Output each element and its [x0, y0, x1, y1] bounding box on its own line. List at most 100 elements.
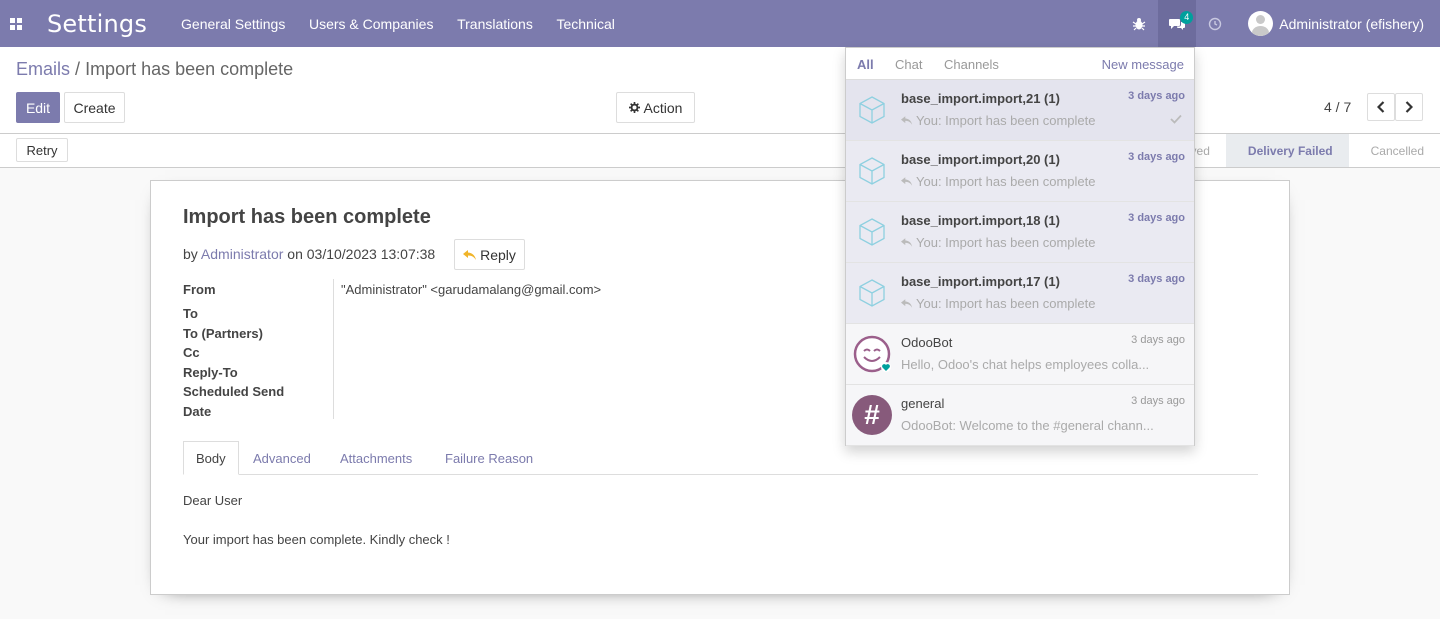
user-menu[interactable]: Administrator (efishery): [1248, 11, 1424, 36]
pager-next-button[interactable]: [1395, 93, 1423, 121]
message-preview-item[interactable]: base_import.import,20 (1) 3 days ago You…: [846, 141, 1194, 202]
cube-icon: [852, 90, 892, 130]
from-label: From: [183, 282, 216, 297]
tab-body[interactable]: Body: [183, 441, 239, 475]
cube-icon: [852, 273, 892, 313]
to-partners-label: To (Partners): [183, 326, 263, 341]
breadcrumb-separator: /: [75, 59, 81, 79]
create-button[interactable]: Create: [64, 92, 125, 123]
messages-count-badge: 4: [1180, 11, 1194, 24]
reply-button-label: Reply: [480, 246, 516, 263]
body-message: Your import has been complete. Kindly ch…: [183, 532, 450, 547]
stage-cancelled[interactable]: Cancelled: [1349, 134, 1440, 167]
tab-advanced[interactable]: Advanced: [253, 441, 311, 475]
edit-button[interactable]: Edit: [16, 92, 60, 123]
control-panel: Emails / Import has been complete Edit C…: [0, 47, 1440, 134]
breadcrumb: Emails / Import has been complete: [16, 59, 293, 80]
message-thread-name: OdooBot: [901, 335, 953, 350]
menu-users-companies[interactable]: Users & Companies: [309, 16, 434, 32]
cube-icon: [852, 212, 892, 252]
message-thread-name: base_import.import,21 (1): [901, 91, 1060, 106]
apps-menu-icon[interactable]: [0, 0, 32, 47]
mail-byline: by Administrator on 03/10/2023 13:07:38: [183, 246, 435, 262]
cube-icon: [852, 151, 892, 191]
chevron-right-icon: [1405, 101, 1413, 113]
message-preview-text: You: Import has been complete: [901, 235, 1179, 250]
message-thread-name: base_import.import,20 (1): [901, 152, 1060, 167]
message-preview-text: You: Import has been complete: [901, 113, 1179, 128]
menu-technical[interactable]: Technical: [556, 16, 614, 32]
breadcrumb-emails-link[interactable]: Emails: [16, 59, 70, 79]
message-date: 3 days ago: [1131, 334, 1185, 346]
fields-divider: [333, 279, 334, 419]
by-label: by: [183, 246, 198, 262]
mail-tabs: Body Advanced Attachments Failure Reason: [183, 441, 1258, 475]
message-date: 3 days ago: [1128, 90, 1185, 102]
message-thread-name: general: [901, 396, 945, 411]
main-menu: General Settings Users & Companies Trans…: [181, 16, 635, 32]
message-preview-text: OdooBot: Welcome to the #general chann..…: [901, 418, 1154, 433]
chevron-left-icon: [1377, 101, 1385, 113]
reply-icon: [901, 299, 913, 308]
message-preview-item[interactable]: base_import.import,18 (1) 3 days ago You…: [846, 202, 1194, 263]
author-link[interactable]: Administrator: [201, 246, 283, 262]
hashtag-channel-icon: #: [852, 395, 892, 435]
message-preview-item[interactable]: base_import.import,17 (1) 3 days ago You…: [846, 263, 1194, 324]
to-label: To: [183, 306, 198, 321]
reply-icon: [901, 177, 913, 186]
message-preview-item[interactable]: OdooBot 3 days ago Hello, Odoo's chat he…: [846, 324, 1194, 385]
cc-label: Cc: [183, 345, 200, 360]
debug-bug-icon[interactable]: [1120, 0, 1158, 47]
retry-button[interactable]: Retry: [16, 138, 68, 162]
message-date: 3 days ago: [1128, 273, 1185, 285]
message-date: 3 days ago: [1131, 395, 1185, 407]
pager-previous-button[interactable]: [1367, 93, 1395, 121]
menu-general-settings[interactable]: General Settings: [181, 16, 285, 32]
tab-attachments[interactable]: Attachments: [340, 441, 412, 475]
mail-subject: Import has been complete: [183, 206, 431, 228]
mark-as-read-check-icon[interactable]: [1170, 112, 1182, 127]
reply-to-label: Reply-To: [183, 365, 238, 380]
body-greeting: Dear User: [183, 493, 243, 508]
mail-date: on 03/10/2023 13:07:38: [287, 246, 436, 262]
messaging-filters: All Chat Channels New message: [846, 48, 1194, 80]
systray: 4 Administrator (efishery): [1120, 0, 1440, 47]
message-preview-text: Hello, Odoo's chat helps employees colla…: [901, 357, 1150, 372]
reply-icon: [901, 238, 913, 247]
action-button[interactable]: Action: [616, 92, 695, 123]
reply-icon: [901, 116, 913, 125]
odoobot-avatar-icon: [852, 334, 892, 374]
message-date: 3 days ago: [1128, 151, 1185, 163]
from-value: "Administrator" <garudamalang@gmail.com>: [341, 282, 602, 297]
message-preview-item[interactable]: # general 3 days ago OdooBot: Welcome to…: [846, 385, 1194, 446]
messaging-dropdown: All Chat Channels New message base_impor…: [845, 47, 1195, 446]
messaging-chat-icon[interactable]: 4: [1158, 0, 1197, 47]
date-label: Date: [183, 404, 212, 419]
new-message-link[interactable]: New message: [1102, 57, 1184, 72]
reply-button[interactable]: Reply: [454, 239, 525, 270]
filter-channels[interactable]: Channels: [944, 57, 999, 72]
reply-icon: [463, 249, 477, 260]
message-thread-name: base_import.import,17 (1): [901, 274, 1060, 289]
menu-translations[interactable]: Translations: [457, 16, 533, 32]
gear-icon: [628, 102, 640, 113]
top-navbar: Settings General Settings Users & Compan…: [0, 0, 1440, 47]
activity-clock-icon[interactable]: [1196, 0, 1234, 47]
message-date: 3 days ago: [1128, 212, 1185, 224]
message-preview-text: You: Import has been complete: [901, 296, 1179, 311]
tab-failure-reason[interactable]: Failure Reason: [445, 441, 533, 475]
filter-all[interactable]: All: [857, 57, 874, 72]
scheduled-send-label: Scheduled Send: [183, 384, 285, 399]
message-thread-name: base_import.import,18 (1): [901, 213, 1060, 228]
stage-delivery-failed[interactable]: Delivery Failed: [1225, 134, 1349, 167]
message-preview-item[interactable]: base_import.import,21 (1) 3 days ago You…: [846, 80, 1194, 141]
status-bar: Retry ...eived Delivery Failed Cancelled: [0, 134, 1440, 168]
breadcrumb-current: Import has been complete: [85, 59, 294, 79]
message-preview-text: You: Import has been complete: [901, 174, 1179, 189]
filter-chat[interactable]: Chat: [895, 57, 922, 72]
user-name: Administrator (efishery): [1279, 15, 1424, 32]
app-title: Settings: [47, 9, 148, 38]
pager-value: 4 / 7: [1324, 99, 1352, 115]
action-button-label: Action: [643, 99, 683, 116]
user-avatar: [1248, 11, 1274, 36]
